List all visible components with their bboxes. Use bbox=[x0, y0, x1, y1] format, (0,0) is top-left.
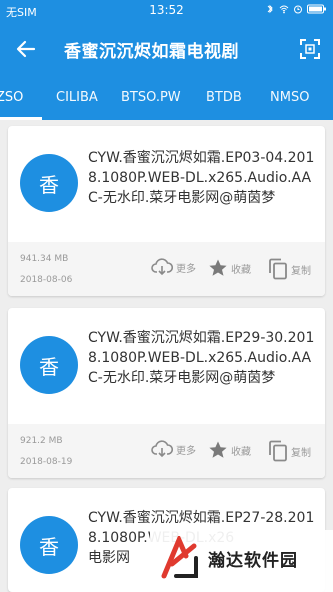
cloud-download-icon bbox=[151, 440, 173, 458]
favorite-label: 收藏 bbox=[231, 446, 251, 458]
file-size: 921.2 MB bbox=[20, 436, 63, 446]
tab-indicator bbox=[0, 117, 42, 120]
watermark: 瀚达软件园 bbox=[150, 530, 333, 592]
tab-nmso[interactable]: NMSO bbox=[270, 90, 309, 105]
result-card[interactable]: 香 CYW.香蜜沉沉烬如霜.EP03-04.2018.1080P.WEB-DL.… bbox=[8, 126, 325, 296]
cloud-download-icon bbox=[151, 258, 173, 276]
copy-button[interactable]: 复制 bbox=[268, 440, 311, 462]
avatar: 香 bbox=[20, 516, 78, 574]
wifi-icon bbox=[279, 5, 289, 14]
more-button[interactable]: 更多 bbox=[151, 258, 196, 276]
back-arrow-icon[interactable] bbox=[14, 37, 38, 61]
copy-label: 复制 bbox=[291, 265, 311, 277]
file-size: 941.34 MB bbox=[20, 254, 69, 264]
more-button[interactable]: 更多 bbox=[151, 440, 196, 458]
tab-zso[interactable]: ZSO bbox=[0, 90, 23, 105]
more-label: 更多 bbox=[176, 445, 196, 457]
bluetooth-icon bbox=[267, 4, 273, 14]
favorite-button[interactable]: 收藏 bbox=[208, 440, 251, 460]
upload-date: 2018-08-19 bbox=[20, 457, 73, 467]
star-icon bbox=[209, 441, 227, 458]
alarm-icon bbox=[294, 5, 302, 14]
watermark-logo-icon bbox=[161, 536, 198, 579]
app-bar: 香蜜沉沉烬如霜电视剧 bbox=[0, 22, 333, 76]
battery-icon bbox=[307, 4, 326, 14]
status-icons bbox=[265, 4, 327, 14]
watermark-text: 瀚达软件园 bbox=[208, 551, 298, 571]
torrent-name-tail: 电影网 bbox=[88, 550, 130, 566]
status-bar: 无SIM 13:52 bbox=[0, 0, 333, 22]
torrent-name: CYW.香蜜沉沉烬如霜.EP03-04.2018.1080P.WEB-DL.x2… bbox=[88, 150, 315, 206]
tab-btdb[interactable]: BTDB bbox=[206, 90, 242, 105]
copy-icon bbox=[269, 440, 287, 462]
favorite-button[interactable]: 收藏 bbox=[208, 258, 251, 278]
copy-label: 复制 bbox=[291, 447, 311, 459]
result-card[interactable]: 香 CYW.香蜜沉沉烬如霜.EP29-30.2018.1080P.WEB-DL.… bbox=[8, 308, 325, 478]
copy-icon bbox=[269, 258, 287, 280]
scan-icon[interactable] bbox=[299, 38, 321, 60]
tab-ciliba[interactable]: CILIBA bbox=[56, 90, 98, 105]
upload-date: 2018-08-06 bbox=[20, 275, 73, 285]
copy-button[interactable]: 复制 bbox=[268, 258, 311, 280]
tab-btso-pw[interactable]: BTSO.PW bbox=[121, 90, 181, 105]
avatar: 香 bbox=[20, 336, 78, 394]
more-label: 更多 bbox=[176, 263, 196, 275]
source-tabs: ZSO CILIBA BTSO.PW BTDB NMSO bbox=[0, 76, 333, 120]
page-title: 香蜜沉沉烬如霜电视剧 bbox=[64, 42, 239, 62]
avatar: 香 bbox=[20, 154, 78, 212]
card-footer: 921.2 MB 2018-08-19 更多 收藏 复制 bbox=[8, 424, 325, 478]
favorite-label: 收藏 bbox=[231, 264, 251, 276]
torrent-name: CYW.香蜜沉沉烬如霜.EP29-30.2018.1080P.WEB-DL.x2… bbox=[88, 330, 315, 386]
star-icon bbox=[209, 259, 227, 276]
card-footer: 941.34 MB 2018-08-06 更多 收藏 复制 bbox=[8, 242, 325, 296]
